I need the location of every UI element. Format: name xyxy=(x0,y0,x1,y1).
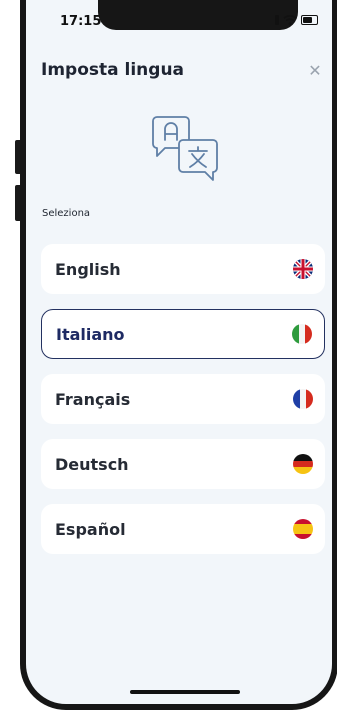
france-flag-icon xyxy=(293,389,313,409)
language-option-francais[interactable]: Français xyxy=(41,374,325,424)
spain-flag-icon xyxy=(293,519,313,539)
germany-flag-icon xyxy=(293,454,313,474)
language-list: English Italiano Français Deutsch Españo… xyxy=(41,244,325,554)
language-label: Italiano xyxy=(56,324,125,344)
italy-flag-icon xyxy=(292,324,312,344)
language-option-espanol[interactable]: Español xyxy=(41,504,325,554)
close-icon[interactable]: ✕ xyxy=(306,62,324,80)
section-label: Seleziona xyxy=(42,208,91,219)
status-bar: 17:15 xyxy=(26,0,332,36)
language-option-english[interactable]: English xyxy=(41,244,325,294)
language-label: Español xyxy=(55,519,126,539)
battery-icon xyxy=(301,15,318,25)
screen: 17:15 Imposta lingua ✕ Seleziona English… xyxy=(26,0,332,704)
status-icons xyxy=(275,14,318,26)
language-label: Français xyxy=(55,389,131,409)
status-time: 17:15 xyxy=(60,14,102,29)
phone-frame: 17:15 Imposta lingua ✕ Seleziona English… xyxy=(20,0,337,710)
language-option-deutsch[interactable]: Deutsch xyxy=(41,439,325,489)
signal-icon xyxy=(275,15,279,25)
language-label: Deutsch xyxy=(55,454,129,474)
wifi-icon xyxy=(283,15,297,26)
page-title: Imposta lingua xyxy=(41,60,185,80)
language-option-italiano[interactable]: Italiano xyxy=(41,309,325,359)
notch xyxy=(98,0,298,30)
translate-icon xyxy=(152,116,218,181)
uk-flag-icon xyxy=(293,259,313,279)
language-label: English xyxy=(55,259,121,279)
home-indicator xyxy=(130,690,240,694)
